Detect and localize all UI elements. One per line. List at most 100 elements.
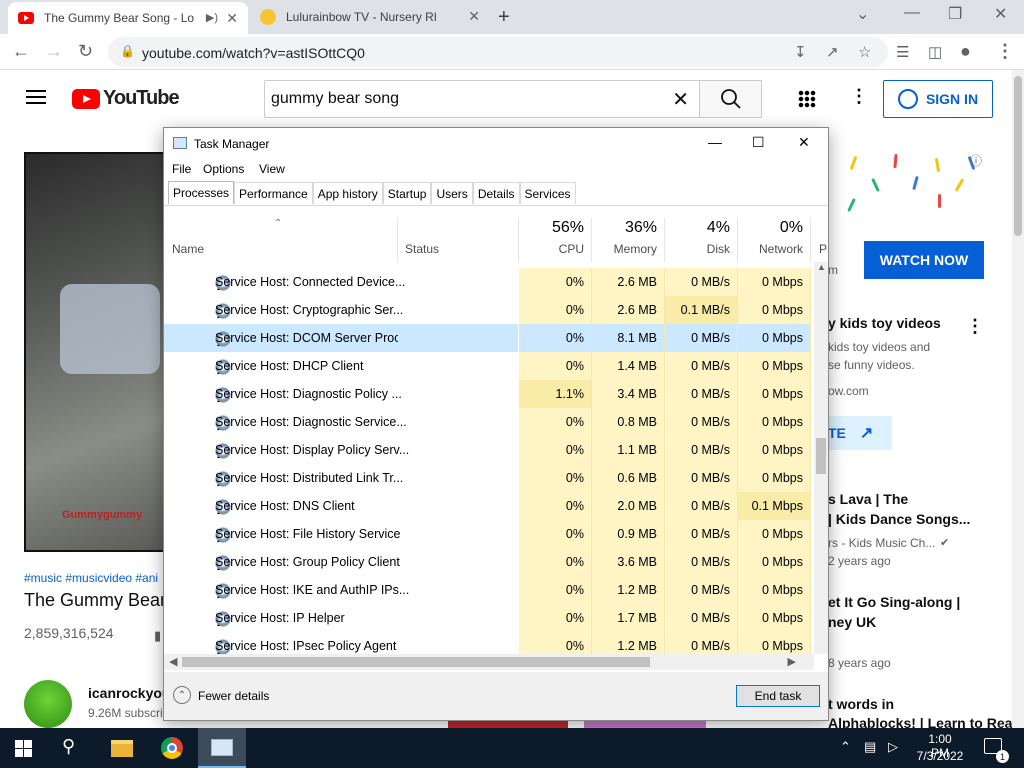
process-row[interactable]: ❯Service Host: DNS Client 0% 2.0 MB 0 MB/s 0… xyxy=(164,492,814,520)
column-header-name[interactable]: ⌃ Name xyxy=(164,218,398,262)
maximize-icon[interactable]: ☐ xyxy=(752,134,765,151)
ad-more-options-icon[interactable]: ⋮ xyxy=(966,316,984,337)
profile-avatar-icon[interactable]: ● xyxy=(960,41,971,62)
clock-date[interactable]: 7/3/2022 xyxy=(916,749,964,763)
network-icon[interactable]: ▤ xyxy=(864,739,876,755)
channel-name[interactable]: icanrockyou xyxy=(88,685,170,701)
media-control-icon[interactable]: ☰ xyxy=(896,43,909,61)
close-window-icon[interactable]: ✕ xyxy=(994,4,1007,24)
ad-title[interactable]: y kids toy videos xyxy=(828,315,941,331)
tab-app-history[interactable]: App history xyxy=(312,182,383,204)
video-thumbnail[interactable] xyxy=(448,720,568,728)
related-video-1-channel[interactable]: rs - Kids Music Ch... xyxy=(828,536,935,550)
related-video-2-title-line-2[interactable]: ney UK xyxy=(828,614,876,630)
vertical-scrollbar-thumb[interactable] xyxy=(816,438,826,474)
tab-startup[interactable]: Startup xyxy=(382,182,432,204)
process-row[interactable]: ❯Service Host: Connected Device... 0% 2.6 … xyxy=(164,268,814,296)
process-row[interactable]: ❯Service Host: IP Helper 0% 1.7 MB 0 MB/s 0 … xyxy=(164,604,814,632)
browser-tab-gummy-bear[interactable]: The Gummy Bear Song - Lon ▶) ✕ xyxy=(8,2,248,34)
minimize-icon[interactable]: — xyxy=(708,134,722,150)
clear-search-icon[interactable]: ✕ xyxy=(672,87,689,112)
process-row[interactable]: ❯Service Host: IKE and AuthIP IPs... 0% 1.… xyxy=(164,576,814,604)
vertical-scrollbar[interactable]: ▲ xyxy=(814,262,828,654)
process-row[interactable]: ❯Service Host: Group Policy Client 0% 3.6 … xyxy=(164,548,814,576)
hamburger-menu-icon[interactable] xyxy=(26,90,46,104)
url-text[interactable]: youtube.com/watch?v=astISOttCQ0 xyxy=(142,45,365,61)
youtube-logo[interactable]: YouTube xyxy=(72,87,180,110)
scroll-right-arrow-icon[interactable]: ▶ xyxy=(788,655,796,668)
search-button[interactable] xyxy=(700,80,762,118)
tab-performance[interactable]: Performance xyxy=(234,182,313,204)
related-video-3-title-line-1[interactable]: t words in xyxy=(828,696,894,712)
column-header-memory[interactable]: 36% Memory xyxy=(592,218,665,262)
close-window-icon[interactable]: ✕ xyxy=(798,134,810,151)
ad-info-icon[interactable]: ⓘ xyxy=(970,152,982,169)
process-row[interactable]: ❯Service Host: DCOM Server Proc... 0% 8.1 … xyxy=(164,324,814,352)
process-row[interactable]: ❯Service Host: Diagnostic Service... 0% 0.… xyxy=(164,408,814,436)
menu-file[interactable]: File xyxy=(172,162,191,176)
reload-icon[interactable]: ↻ xyxy=(78,41,93,62)
tab-users[interactable]: Users xyxy=(431,182,473,204)
visit-site-button[interactable]: TE ↗ xyxy=(828,416,892,450)
column-header-power[interactable]: P xyxy=(811,218,827,262)
browser-tab-lulurainbow[interactable]: Lulurainbow TV - Nursery Rhyme ✕ xyxy=(250,0,490,34)
related-video-1-title-line-2[interactable]: | Kids Dance Songs... xyxy=(828,511,970,527)
restore-icon[interactable]: ❐ xyxy=(948,4,962,24)
sign-in-button[interactable]: SIGN IN xyxy=(883,80,993,118)
column-header-cpu[interactable]: 56% CPU xyxy=(519,218,592,262)
fewer-details-link[interactable]: Fewer details xyxy=(198,689,269,703)
show-hidden-icons-chevron-icon[interactable]: ⌃ xyxy=(840,739,851,755)
video-hashtags[interactable]: #music #musicvideo #ani xyxy=(24,571,158,585)
page-scrollbar-thumb[interactable] xyxy=(1014,76,1022,236)
bookmark-star-icon[interactable]: ☆ xyxy=(858,43,871,61)
tab-processes[interactable]: Processes xyxy=(168,181,235,204)
search-icon[interactable]: ⚲ xyxy=(62,736,75,757)
process-row[interactable]: ❯Service Host: Display Policy Serv... 0% 1… xyxy=(164,436,814,464)
windows-start-icon[interactable] xyxy=(15,740,32,757)
related-video-3-title-line-2[interactable]: Alphablocks! | Learn to Read |... xyxy=(828,715,1012,728)
like-thumb-icon[interactable]: ▮ xyxy=(154,628,161,644)
horizontal-scrollbar[interactable]: ◀ ▶ xyxy=(164,654,814,670)
volume-icon[interactable]: ▷ xyxy=(888,739,898,755)
back-arrow-icon[interactable]: ← xyxy=(12,41,30,62)
ad-banner-image[interactable] xyxy=(830,148,986,220)
process-row[interactable]: ❯Service Host: Diagnostic Policy ... 1.1%… xyxy=(164,380,814,408)
end-task-button[interactable]: End task xyxy=(736,685,820,707)
minimize-icon[interactable]: — xyxy=(904,4,920,22)
task-manager-titlebar[interactable]: Task Manager — ☐ ✕ xyxy=(164,128,828,158)
page-scrollbar[interactable] xyxy=(1012,70,1024,728)
install-app-icon[interactable]: ↧ xyxy=(794,43,807,61)
tab-details[interactable]: Details xyxy=(472,182,520,204)
process-row[interactable]: ❯Service Host: File History Service 0% 0.9… xyxy=(164,520,814,548)
apps-grid-icon[interactable] xyxy=(798,90,816,108)
channel-avatar[interactable] xyxy=(24,680,72,728)
scroll-up-arrow-icon[interactable]: ▲ xyxy=(817,262,826,272)
process-row[interactable]: ❯Service Host: Cryptographic Ser... 0% 2.6… xyxy=(164,296,814,324)
file-explorer-icon[interactable] xyxy=(111,740,133,757)
search-box[interactable]: gummy bear song ✕ xyxy=(264,80,700,118)
chrome-icon[interactable] xyxy=(161,737,183,759)
share-icon[interactable]: ↗ xyxy=(826,43,839,61)
more-options-icon[interactable]: ⋮ xyxy=(850,86,868,107)
forward-arrow-icon[interactable]: → xyxy=(45,41,63,62)
side-panel-icon[interactable]: ◫ xyxy=(928,43,942,61)
taskbar-task-manager-button[interactable] xyxy=(198,728,246,768)
lock-icon[interactable]: 🔒 xyxy=(120,44,135,58)
close-tab-icon[interactable]: ✕ xyxy=(226,10,238,27)
scroll-left-arrow-icon[interactable]: ◀ xyxy=(169,655,177,668)
speaker-icon[interactable]: ▶) xyxy=(206,11,218,24)
chrome-menu-icon[interactable]: ⋮ xyxy=(996,41,1014,62)
address-bar[interactable]: 🔒 youtube.com/watch?v=astISOttCQ0 ↧ ↗ ☆ xyxy=(108,37,888,67)
process-row[interactable]: ❯Service Host: Distributed Link Tr... 0% 0… xyxy=(164,464,814,492)
column-header-disk[interactable]: 4% Disk xyxy=(665,218,738,262)
close-tab-icon[interactable]: ✕ xyxy=(468,8,480,25)
menu-options[interactable]: Options xyxy=(203,162,244,176)
horizontal-scrollbar-thumb[interactable] xyxy=(182,657,650,667)
process-row[interactable]: ❯Service Host: IPsec Policy Agent 0% 1.2 M… xyxy=(164,632,814,654)
column-header-status[interactable]: Status xyxy=(398,218,519,262)
menu-view[interactable]: View xyxy=(259,162,285,176)
video-player[interactable]: Gummygummy xyxy=(24,152,174,552)
related-video-1-title-line-1[interactable]: s Lava | The xyxy=(828,491,908,507)
related-video-2-title-line-1[interactable]: et It Go Sing-along | xyxy=(828,594,960,610)
search-input[interactable]: gummy bear song xyxy=(271,90,399,108)
